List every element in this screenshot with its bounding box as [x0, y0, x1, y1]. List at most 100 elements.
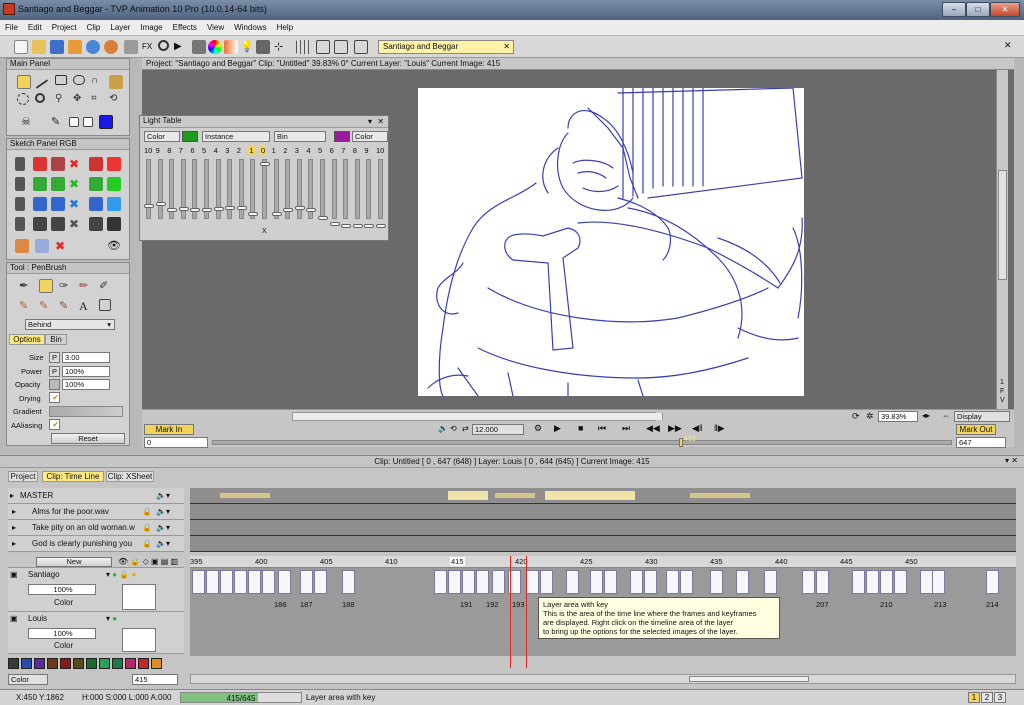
frame-thumbnail[interactable]	[710, 570, 723, 594]
last-frame-button[interactable]: ⏭	[622, 423, 630, 434]
frame-thumbnail[interactable]	[680, 570, 693, 594]
frame-ruler[interactable]: 395 400 405 410 415 420 425 430 435 440 445 450	[190, 556, 1016, 568]
opacity-input[interactable]: 100%	[62, 379, 110, 390]
minimize-button[interactable]: –	[942, 2, 966, 17]
sketch-green-eraser-icon[interactable]	[33, 177, 47, 191]
toolbar-close-icon[interactable]: ✕	[1004, 40, 1012, 51]
layer-menu-icon[interactable]: ▾ ● 🔒 ●	[106, 570, 136, 579]
color-label-swatch[interactable]	[151, 658, 162, 669]
monitor-icon[interactable]	[354, 40, 368, 54]
layer-opacity[interactable]: 100%	[28, 584, 96, 595]
menu-file[interactable]: File	[0, 20, 23, 35]
instance-select[interactable]: Instance	[202, 131, 270, 142]
layer-blend-mode[interactable]: Color	[54, 641, 73, 650]
frame-thumbnail[interactable]	[816, 570, 829, 594]
project-tab[interactable]: Santiago and Beggar ✕	[378, 40, 514, 54]
mark-out-button[interactable]: Mark Out	[956, 424, 996, 435]
loop-icon[interactable]: ⟲	[450, 424, 457, 433]
drawing-canvas[interactable]	[418, 87, 804, 397]
pan-icon[interactable]: ✥	[73, 93, 87, 107]
slider-knob[interactable]	[248, 212, 259, 216]
mark-in-button[interactable]: Mark In	[144, 424, 194, 435]
sketch-marker-icon[interactable]	[51, 157, 65, 171]
slider-knob[interactable]	[213, 207, 224, 211]
lasso-icon[interactable]	[17, 75, 31, 89]
timeline-scrollbar[interactable]	[190, 674, 1016, 684]
sketch-black-delete-icon[interactable]: ✖	[69, 217, 83, 231]
color-label-swatch[interactable]	[60, 658, 71, 669]
expand-icon[interactable]: ▸	[10, 491, 14, 500]
frame-thumbnail[interactable]	[644, 570, 657, 594]
light-table-slider[interactable]	[213, 159, 224, 219]
bezier-icon[interactable]: ∩	[91, 75, 105, 89]
grid-move-icon[interactable]: ⊹	[274, 40, 288, 54]
sketch-blue-brush-icon[interactable]	[89, 197, 103, 211]
frame-thumbnail[interactable]	[630, 570, 643, 594]
frame-thumbnail[interactable]	[566, 570, 579, 594]
lightbulb-icon[interactable]: 💡	[240, 40, 254, 54]
select-ellipse-icon[interactable]	[17, 93, 29, 105]
close-tab-icon[interactable]: ✕	[503, 41, 510, 53]
sound-layer-1[interactable]: ▸ Alms for the poor.wav 🔒 🔈▾	[8, 504, 184, 520]
sketch-smudge-icon[interactable]	[15, 239, 29, 253]
gradient-slider[interactable]	[49, 406, 123, 417]
frame-thumbnail[interactable]	[880, 570, 893, 594]
maximize-button[interactable]: □	[966, 2, 990, 17]
light-table-slider[interactable]	[178, 159, 189, 219]
camera-icon[interactable]	[256, 40, 270, 54]
penbrush-paint-icon[interactable]: ✎	[39, 299, 53, 313]
power-input[interactable]: 100%	[62, 366, 110, 377]
frame-thumbnail[interactable]	[986, 570, 999, 594]
save-icon[interactable]	[50, 40, 64, 54]
right-color-swatch[interactable]	[334, 131, 350, 142]
layer-louis[interactable]: ▣ Louis ▾ ● 100% Color	[8, 612, 184, 654]
menu-layer[interactable]: Layer	[105, 20, 135, 35]
stop-button[interactable]: ■	[578, 423, 583, 433]
left-color-select[interactable]: Color	[144, 131, 180, 142]
sketch-blue-delete-icon[interactable]: ✖	[69, 197, 83, 211]
play-button[interactable]: ▶	[554, 423, 561, 434]
sound-layer-2[interactable]: ▸ Take pity on an old woman.w 🔒 🔈▾	[8, 520, 184, 536]
magnet-icon[interactable]: ⚲	[55, 93, 69, 107]
light-table-slider[interactable]	[167, 159, 178, 219]
penbrush-custom-icon[interactable]	[99, 299, 111, 311]
prev-key-button[interactable]: ◀‖	[692, 423, 703, 434]
frame-thumbnail[interactable]	[852, 570, 865, 594]
sketch-black-marker-icon[interactable]	[51, 217, 65, 231]
menu-view[interactable]: View	[202, 20, 229, 35]
frame-thumbnail[interactable]	[342, 570, 355, 594]
sketch-green-brush-icon[interactable]	[89, 177, 103, 191]
sketch-pencil3-icon[interactable]	[15, 197, 25, 211]
frame-thumbnail[interactable]	[300, 570, 313, 594]
first-frame-button[interactable]: ⏮	[598, 423, 606, 434]
text-tool-icon[interactable]: A	[79, 299, 93, 313]
frame-thumbnail[interactable]	[666, 570, 679, 594]
color-label-swatch[interactable]	[125, 658, 136, 669]
light-table-slider[interactable]	[283, 159, 294, 219]
slider-knob[interactable]	[352, 224, 363, 228]
menu-help[interactable]: Help	[272, 20, 298, 35]
frame-thumbnail[interactable]	[434, 570, 447, 594]
frame-thumbnail[interactable]	[314, 570, 327, 594]
ellipse-icon[interactable]	[73, 75, 85, 85]
power-pressure-toggle[interactable]: P	[49, 366, 60, 377]
slider-knob[interactable]	[236, 206, 247, 210]
slider-knob[interactable]	[341, 224, 352, 228]
lock-icon[interactable]: 🔒	[142, 507, 152, 516]
sketch-erase-red-icon[interactable]	[107, 157, 121, 171]
slider-knob[interactable]	[271, 212, 282, 216]
left-color-swatch[interactable]	[182, 131, 198, 142]
frame-thumbnail[interactable]	[220, 570, 233, 594]
color-label-swatch[interactable]	[8, 658, 19, 669]
sketch-green-marker-icon[interactable]	[51, 177, 65, 191]
sketch-erase-all-icon[interactable]	[35, 239, 49, 253]
penbrush-ink-icon[interactable]: ✑	[59, 279, 73, 293]
menu-windows[interactable]: Windows	[229, 20, 271, 35]
sketch-blue-erase-icon[interactable]	[107, 197, 121, 211]
tab-xsheet[interactable]: Clip: XSheet	[106, 471, 154, 482]
slider-knob[interactable]	[318, 216, 328, 220]
scrollbar-thumb[interactable]	[998, 170, 1007, 280]
aaliasing-checkbox[interactable]: ✔	[49, 419, 60, 430]
tab-time-line[interactable]: Clip: Time Line	[42, 471, 104, 482]
light-table-slider[interactable]	[271, 159, 282, 219]
